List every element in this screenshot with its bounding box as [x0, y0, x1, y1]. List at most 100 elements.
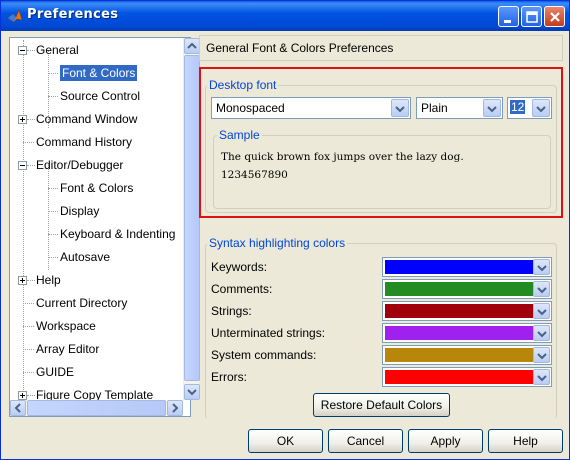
tree-item[interactable]: Editor/Debugger: [36, 155, 123, 175]
tree-item-label: Help: [36, 273, 61, 287]
dropdown-button[interactable]: [533, 259, 550, 275]
syntax-color-label: Unterminated strings:: [211, 326, 326, 340]
collapse-icon[interactable]: [18, 161, 27, 170]
tree-item[interactable]: Array Editor: [36, 339, 99, 359]
cancel-button[interactable]: Cancel: [328, 429, 403, 453]
scroll-thumb[interactable]: [184, 55, 200, 381]
color-swatch: [385, 282, 533, 296]
close-button[interactable]: [544, 6, 565, 27]
tree-connector: [23, 372, 34, 373]
tree-connector: [27, 395, 35, 396]
tree-connector: [48, 188, 58, 189]
syntax-color-label: Keywords:: [211, 260, 268, 274]
tree-connector: [48, 96, 58, 97]
tree-item-label: Editor/Debugger: [36, 158, 124, 172]
chevron-down-icon: [537, 265, 547, 272]
color-picker-select[interactable]: [382, 345, 552, 365]
chevron-down-icon: [187, 389, 197, 396]
scroll-up-button[interactable]: [184, 38, 200, 54]
scroll-down-button[interactable]: [184, 384, 200, 400]
expand-icon[interactable]: [18, 115, 27, 124]
maximize-icon: [526, 11, 538, 23]
color-picker-select[interactable]: [382, 301, 552, 321]
dropdown-button[interactable]: [533, 281, 550, 297]
tree-item[interactable]: Source Control: [60, 86, 140, 106]
tree-item-label: Keyboard & Indenting: [60, 227, 176, 241]
tree-item-label: Command Window: [36, 112, 138, 126]
tree-item[interactable]: Keyboard & Indenting: [60, 224, 175, 244]
tree-connector: [23, 326, 34, 327]
tree-connector: [48, 234, 58, 235]
syntax-color-label: Strings:: [211, 304, 252, 318]
tree-connector: [23, 142, 34, 143]
dropdown-button[interactable]: [533, 303, 550, 319]
close-icon: [550, 12, 560, 22]
tree-item-label: General: [36, 43, 79, 57]
tree-item-label: Font & Colors: [60, 65, 138, 81]
chevron-left-icon: [14, 403, 21, 413]
tree-connector: [23, 303, 34, 304]
tree-item[interactable]: Workspace: [36, 316, 96, 336]
collapse-icon[interactable]: [18, 46, 27, 55]
dropdown-button[interactable]: [533, 369, 550, 385]
expand-icon[interactable]: [18, 276, 27, 285]
apply-button[interactable]: Apply: [408, 429, 483, 453]
tree-connector: [27, 280, 35, 281]
color-swatch: [385, 370, 533, 384]
chevron-up-icon: [187, 42, 197, 49]
restore-default-colors-button[interactable]: Restore Default Colors: [313, 393, 450, 417]
expand-icon[interactable]: [18, 391, 27, 400]
title-bar[interactable]: Preferences: [1, 1, 569, 31]
tree-connector: [48, 211, 58, 212]
color-picker-select[interactable]: [382, 279, 552, 299]
tree-item-label: Current Directory: [36, 296, 128, 310]
tree-item[interactable]: General: [36, 40, 79, 60]
scroll-right-button[interactable]: [167, 400, 183, 416]
chevron-down-icon: [537, 309, 547, 316]
chevron-down-icon: [537, 287, 547, 294]
syntax-color-label: System commands:: [211, 348, 317, 362]
tree-item[interactable]: Display: [60, 201, 99, 221]
dropdown-button[interactable]: [533, 347, 550, 363]
minimize-button[interactable]: [498, 6, 519, 27]
tree-item-label: Command History: [36, 135, 133, 149]
chevron-right-icon: [172, 403, 179, 413]
tree-connector: [27, 165, 35, 166]
chevron-down-icon: [537, 353, 547, 360]
chevron-down-icon: [537, 375, 547, 382]
color-picker-select[interactable]: [382, 257, 552, 277]
matlab-logo-icon: [7, 8, 23, 24]
tree-horizontal-scrollbar[interactable]: [10, 400, 183, 416]
tree-item-label: Display: [60, 204, 100, 218]
tree-connector: [27, 50, 35, 51]
scroll-left-button[interactable]: [10, 400, 26, 416]
tree-item[interactable]: Command History: [36, 132, 132, 152]
scroll-thumb-horizontal[interactable]: [27, 400, 166, 416]
help-button[interactable]: Help: [488, 429, 563, 453]
color-picker-select[interactable]: [382, 367, 552, 387]
tree-item[interactable]: Font & Colors: [60, 178, 133, 198]
window-title: Preferences: [27, 7, 119, 22]
chevron-down-icon: [537, 331, 547, 338]
tree-item[interactable]: Help: [36, 270, 61, 290]
syntax-colors-title: Syntax highlighting colors: [207, 236, 348, 250]
tree-item-label: Autosave: [60, 250, 111, 264]
tree-guide-line: [48, 165, 49, 270]
tree-item[interactable]: Font & Colors: [60, 63, 138, 83]
tree-item[interactable]: Autosave: [60, 247, 110, 267]
maximize-button[interactable]: [521, 6, 542, 27]
preferences-tree[interactable]: General Font & Colors Source Control Comman…: [9, 37, 200, 417]
tree-item[interactable]: Current Directory: [36, 293, 127, 313]
tree-vertical-scrollbar[interactable]: [183, 38, 200, 400]
tree-connector: [27, 119, 35, 120]
tree-item[interactable]: GUIDE: [36, 362, 74, 382]
color-swatch: [385, 326, 533, 340]
dropdown-button[interactable]: [533, 325, 550, 341]
preferences-window: Preferences General Font & Colors Source C…: [0, 0, 570, 460]
tree-item[interactable]: Command Window: [36, 109, 137, 129]
ok-button[interactable]: OK: [248, 429, 323, 453]
color-picker-select[interactable]: [382, 323, 552, 343]
tree-connector: [23, 349, 34, 350]
tree-item-label: Workspace: [36, 319, 96, 333]
syntax-color-label: Errors:: [211, 370, 247, 384]
